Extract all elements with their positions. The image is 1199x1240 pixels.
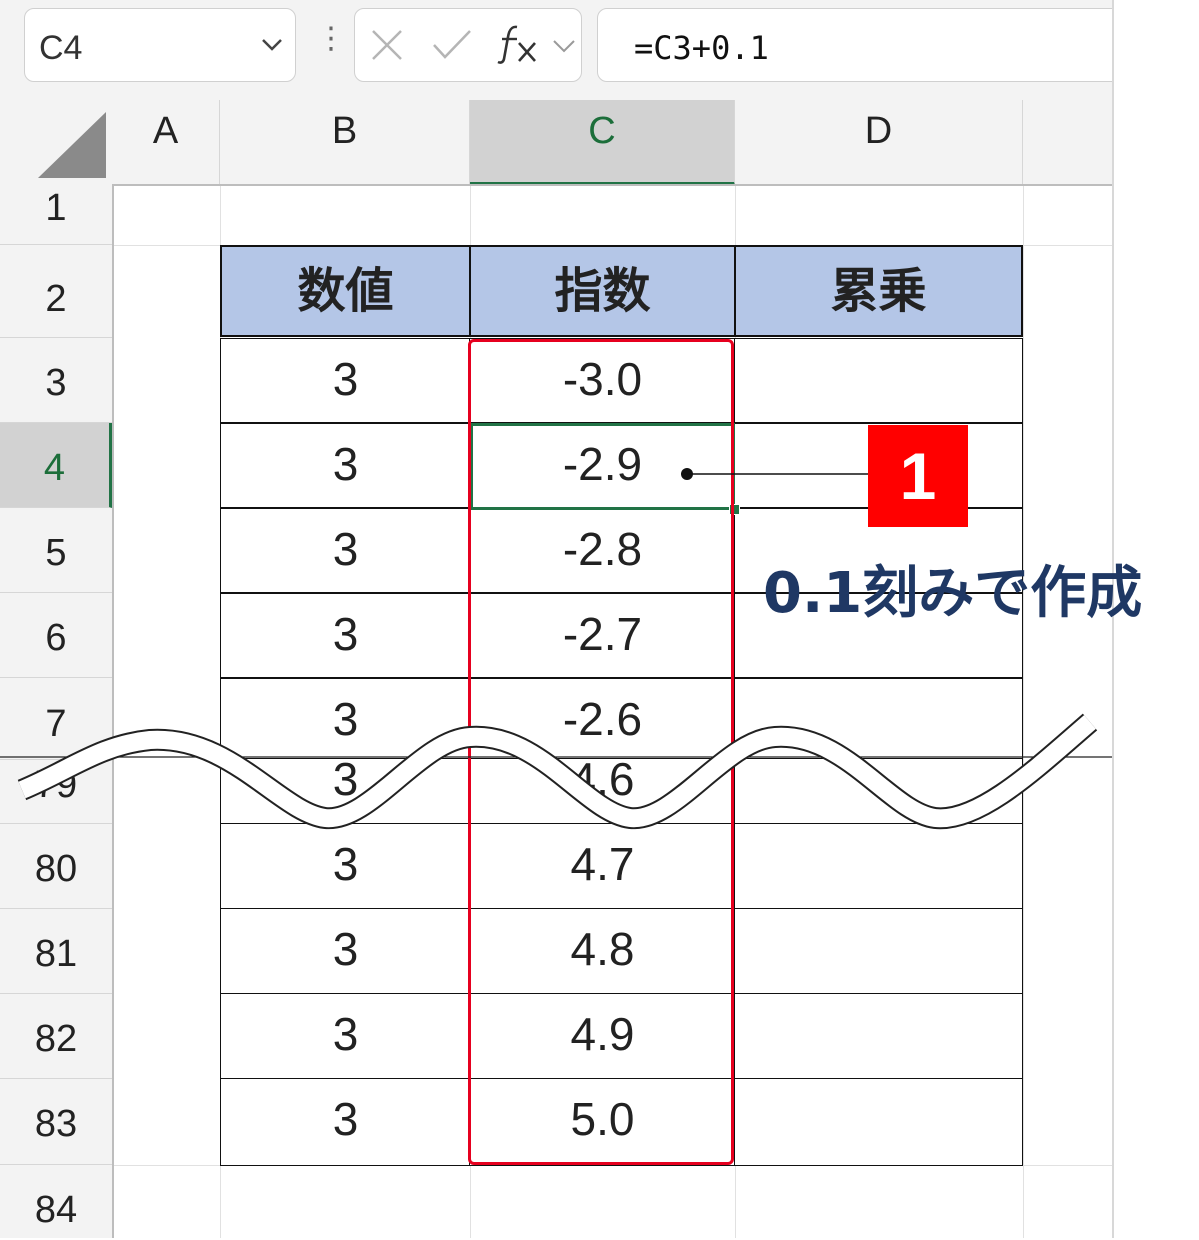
- cell-d83[interactable]: [734, 1078, 1023, 1166]
- more-options-icon[interactable]: ⋮: [316, 24, 346, 54]
- row-header-2[interactable]: 2: [0, 245, 112, 338]
- row-header-5[interactable]: 5: [0, 508, 112, 593]
- name-box[interactable]: C4: [24, 8, 296, 82]
- insert-function-icon[interactable]: [495, 21, 541, 67]
- table-header-power[interactable]: 累乗: [734, 245, 1023, 337]
- select-all-button[interactable]: [0, 100, 112, 185]
- row-header-83[interactable]: 83: [0, 1079, 112, 1165]
- formula-controls: [354, 8, 582, 82]
- cell-b6[interactable]: 3: [220, 593, 471, 678]
- row-break-wave: [0, 713, 1112, 830]
- formula-text: =C3+0.1: [634, 29, 769, 67]
- row-header-4[interactable]: 4: [0, 423, 112, 508]
- select-all-triangle-icon: [38, 112, 106, 178]
- row-header-3[interactable]: 3: [0, 338, 112, 423]
- column-header-a[interactable]: A: [112, 100, 220, 185]
- cell-b83[interactable]: 3: [220, 1078, 471, 1166]
- formula-input[interactable]: =C3+0.1: [597, 8, 1112, 82]
- cell-b81[interactable]: 3: [220, 908, 471, 995]
- cell-b4[interactable]: 3: [220, 423, 471, 508]
- step-badge: 1: [868, 425, 968, 527]
- row-header-1[interactable]: 1: [0, 185, 112, 245]
- cell-b5[interactable]: 3: [220, 508, 471, 593]
- column-header-b[interactable]: B: [220, 100, 470, 185]
- cell-d81[interactable]: [734, 908, 1023, 995]
- row-header-82[interactable]: 82: [0, 994, 112, 1079]
- cell-b3[interactable]: 3: [220, 338, 471, 423]
- enter-check-icon[interactable]: [431, 27, 473, 63]
- column-header-c[interactable]: C: [470, 100, 735, 185]
- expand-chevron-icon[interactable]: [551, 35, 577, 57]
- chevron-down-icon[interactable]: [259, 31, 285, 57]
- cell-b82[interactable]: 3: [220, 993, 471, 1080]
- cancel-icon[interactable]: [369, 27, 405, 63]
- table-header-exponent[interactable]: 指数: [469, 245, 736, 337]
- header-divider: [112, 184, 1112, 186]
- column-header-e-partial[interactable]: [1023, 100, 1112, 185]
- leader-line: [681, 468, 868, 480]
- annotation-text: 0.1刻みで作成: [763, 561, 1143, 626]
- row-header-81[interactable]: 81: [0, 909, 112, 994]
- row-header-6[interactable]: 6: [0, 593, 112, 678]
- cell-d82[interactable]: [734, 993, 1023, 1080]
- table-header-value[interactable]: 数値: [220, 245, 471, 337]
- row-header-84[interactable]: 84: [0, 1165, 112, 1238]
- name-box-value: C4: [39, 29, 83, 67]
- cell-d3[interactable]: [734, 338, 1023, 423]
- column-header-d[interactable]: D: [735, 100, 1023, 185]
